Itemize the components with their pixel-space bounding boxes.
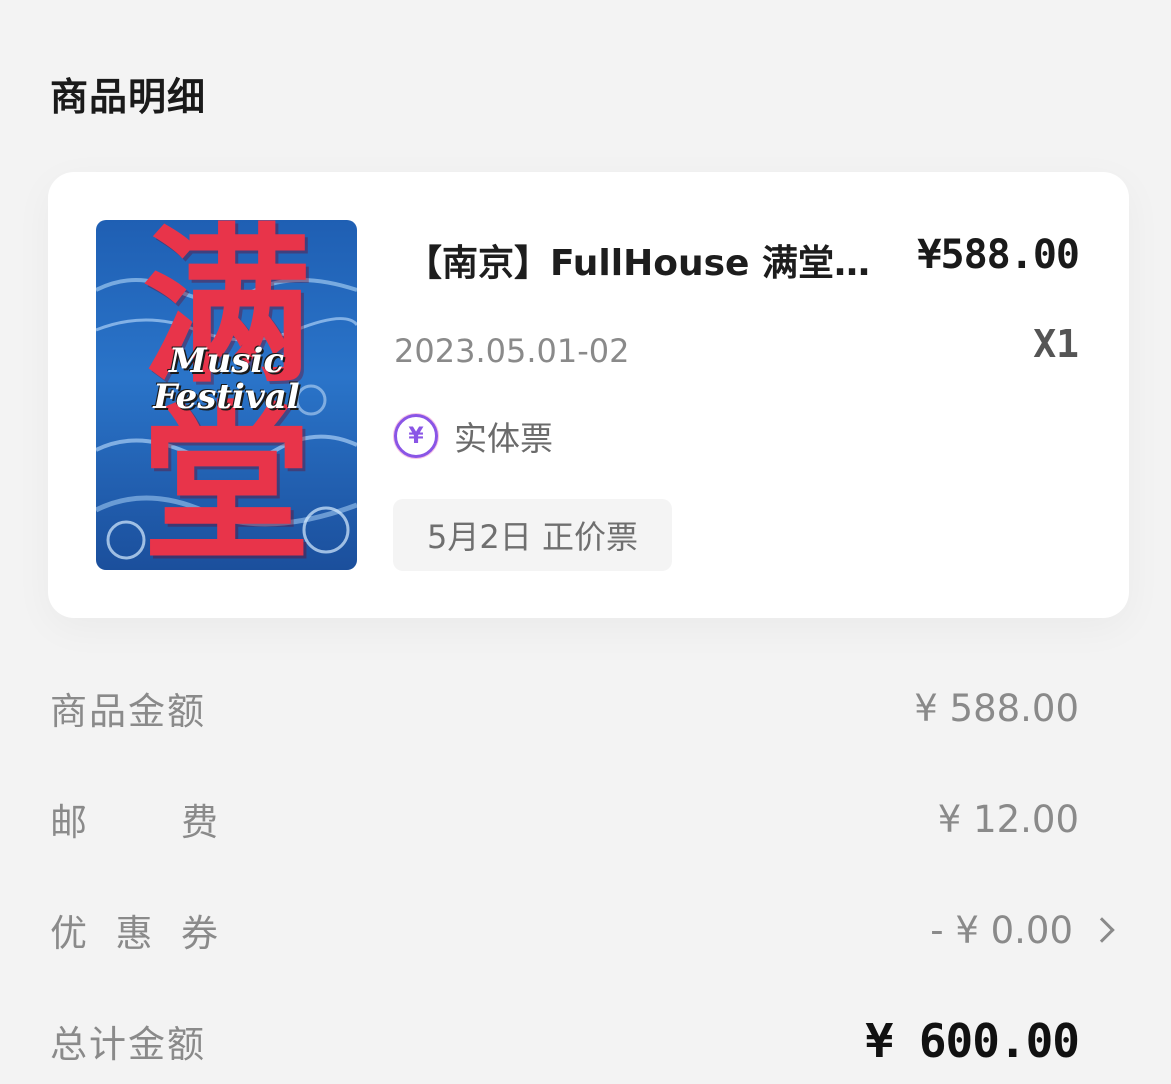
product-quantity: X1 (1033, 322, 1079, 366)
product-card[interactable]: 满 堂 Music Festival 【南京】FullHouse 满堂… ¥58… (48, 172, 1129, 618)
product-price: ¥588.00 (917, 232, 1080, 278)
poster-char-bottom: 堂 (141, 385, 312, 570)
poster-festival-text: Festival (153, 377, 300, 417)
product-name[interactable]: 【南京】FullHouse 满堂… (406, 234, 886, 286)
product-date: 2023.05.01-02 (394, 332, 630, 370)
order-detail-page: 商品明细 满 堂 Music Festival 【南京】FullHouse 满堂… (0, 0, 1171, 1084)
ticket-type-label: 实体票 (454, 419, 553, 458)
summary-row-shipping: 邮 费 ¥ 12.00 (50, 789, 1121, 849)
ticket-type: ¥ 实体票 (394, 412, 553, 460)
amount-label: 商品金额 (50, 690, 206, 733)
poster-music-text: Music (168, 341, 285, 381)
coupon-label: 优 惠 券 (50, 903, 220, 957)
shipping-label: 邮 费 (50, 792, 220, 846)
coupon-label-part: 惠 (115, 912, 155, 955)
total-label: 总计金额 (50, 1023, 206, 1066)
amount-value: ¥ 588.00 (914, 686, 1079, 730)
shipping-value: ¥ 12.00 (937, 797, 1079, 841)
product-poster-image: 满 堂 Music Festival (96, 220, 357, 570)
section-title: 商品明细 (50, 75, 207, 119)
summary-row-amount: 商品金额 ¥ 588.00 (50, 678, 1121, 738)
chevron-right-icon[interactable] (1089, 917, 1115, 943)
shipping-label-part: 邮 (50, 801, 89, 844)
summary-row-total: 总计金额 ¥ 600.00 (50, 1011, 1121, 1071)
coupon-value: - ¥ 0.00 (930, 908, 1073, 952)
coupon-label-part: 优 (50, 912, 89, 955)
session-chip: 5月2日 正价票 (393, 499, 672, 571)
shipping-label-part: 费 (181, 801, 220, 844)
total-value: ¥ 600.00 (865, 1014, 1080, 1068)
yuan-coin-icon: ¥ (394, 414, 438, 458)
summary-row-coupon[interactable]: 优 惠 券 - ¥ 0.00 (50, 900, 1121, 960)
coupon-selector[interactable]: - ¥ 0.00 (930, 909, 1121, 952)
coupon-label-part: 券 (181, 912, 220, 955)
